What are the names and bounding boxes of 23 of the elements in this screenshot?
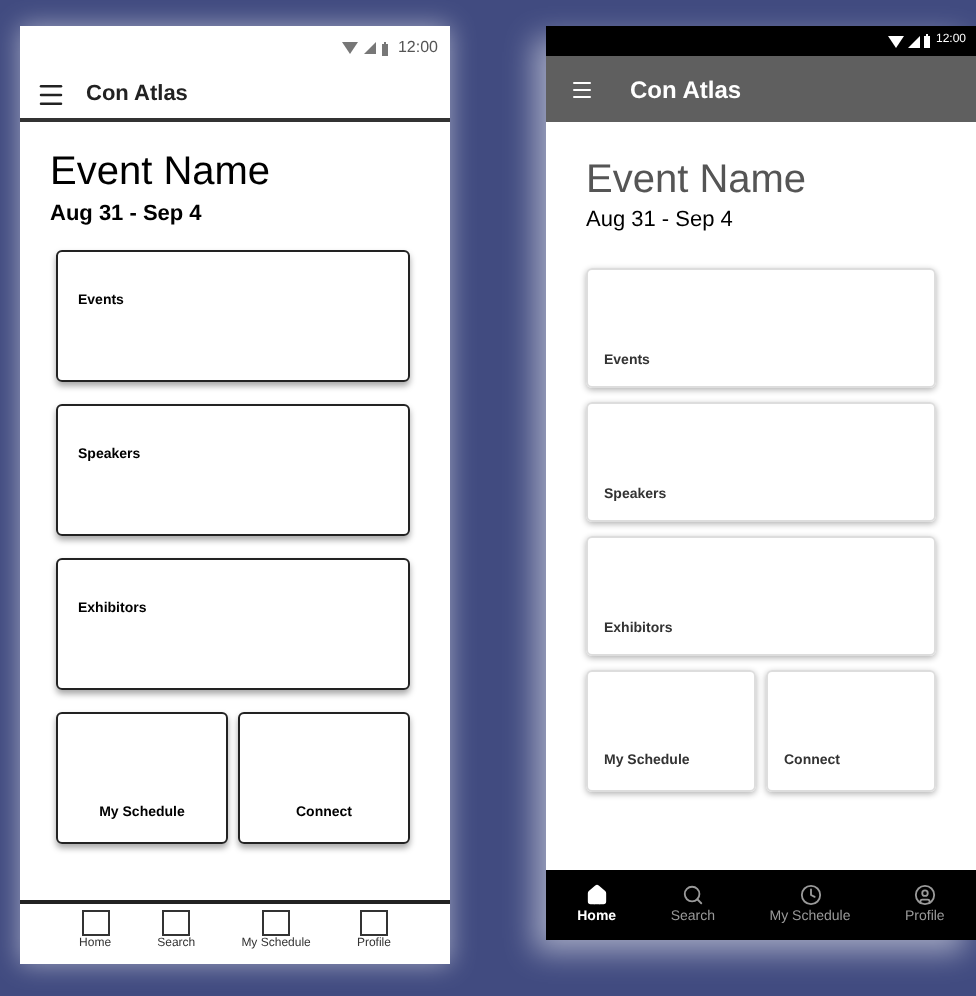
event-dates: Aug 31 - Sep 4 <box>48 200 204 230</box>
signal-icon <box>363 42 376 54</box>
app-title: Con Atlas <box>86 79 188 110</box>
battery-icon <box>381 41 388 55</box>
event-dates: Aug 31 - Sep 4 <box>584 206 735 236</box>
battery-icon <box>923 34 930 48</box>
event-name: Event Name <box>48 150 273 194</box>
clock-icon <box>799 884 821 906</box>
home-icon <box>585 884 608 906</box>
status-time: 12:00 <box>397 36 438 60</box>
app-title: Con Atlas <box>630 73 742 107</box>
placeholder-icon <box>359 910 388 936</box>
menu-icon[interactable] <box>570 77 594 101</box>
search-icon <box>681 884 704 906</box>
placeholder-icon <box>81 910 110 936</box>
placeholder-icon <box>262 910 291 936</box>
event-name: Event Name <box>584 158 809 202</box>
wifi-icon <box>341 42 358 54</box>
signal-icon <box>907 35 920 47</box>
menu-icon[interactable] <box>36 79 66 109</box>
profile-icon <box>913 884 936 906</box>
placeholder-icon <box>162 910 191 936</box>
wifi-icon <box>887 35 904 47</box>
